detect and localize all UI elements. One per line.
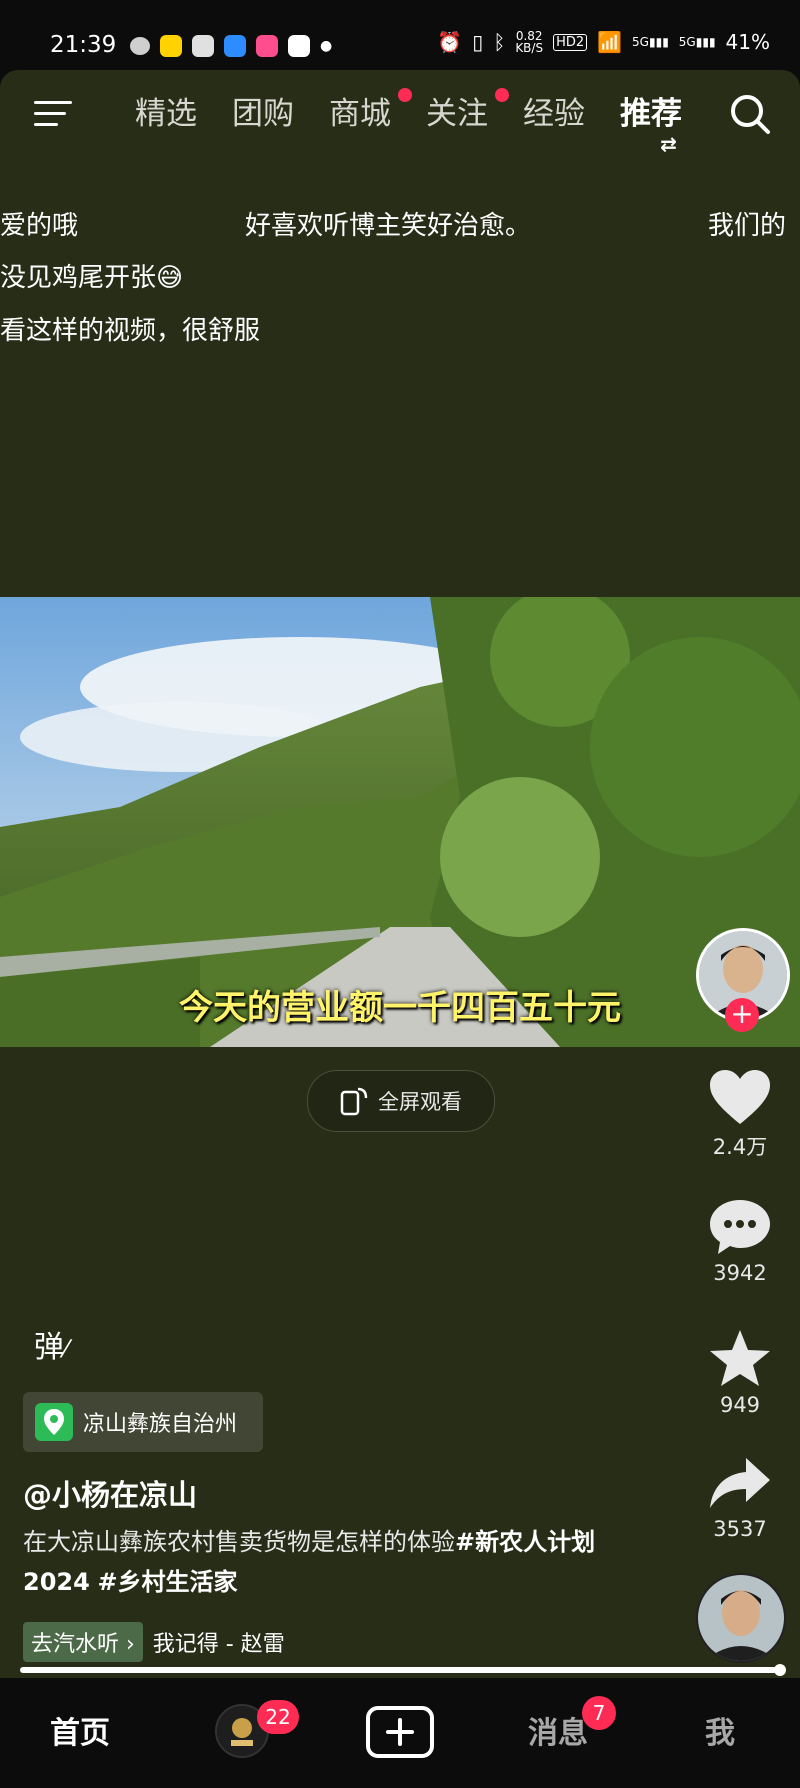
tab-featured[interactable]: 精选 (135, 88, 232, 133)
danmu-off-slash-icon: ⁄ (64, 1335, 69, 1363)
favorite-count: 949 (719, 1393, 761, 1417)
nav-home[interactable]: 首页 (50, 1708, 110, 1752)
status-time: 21:39 (50, 32, 117, 58)
author-name[interactable]: @小杨在凉山 (23, 1472, 197, 1514)
app-colorful-icon (288, 35, 310, 57)
tab-recommend[interactable]: 推荐 ⇄ (620, 88, 717, 156)
feed-screen: 精选 团购 商城 关注 经验 推荐 ⇄ 爱的哦 好喜欢听博主笑好治愈。 我们的 没… (0, 70, 800, 1678)
location-label: 凉山彝族自治州 (83, 1412, 238, 1437)
swap-arrows-icon: ⇄ (660, 132, 677, 156)
music-title[interactable]: 我记得 - 赵雷 (153, 1626, 285, 1658)
nav-me[interactable]: 我 (705, 1708, 735, 1752)
app-pink-icon (256, 35, 278, 57)
danmaku-comment: 我们的 (708, 211, 787, 241)
danmaku-comment-text: 没见鸡尾开张 (0, 263, 157, 293)
danmu-toggle-label: 弹 (34, 1330, 64, 1365)
music-disc[interactable] (696, 1573, 786, 1663)
tab-mall-label: 商城 (329, 96, 391, 132)
hd-icon: HD2 (553, 33, 588, 51)
danmaku-comment: 没见鸡尾开张😅 (0, 257, 183, 294)
create-button[interactable] (366, 1706, 434, 1758)
comment-action[interactable]: 3942 (690, 1198, 790, 1285)
wifi-icon: 📶 (597, 30, 623, 54)
status-app-icons: ● (130, 35, 332, 57)
danmu-toggle-button[interactable]: 弹⁄ (34, 1322, 68, 1366)
follow-plus-button[interactable]: + (725, 998, 759, 1032)
tab-following-label: 关注 (426, 96, 488, 132)
messages-badge: 7 (582, 1696, 616, 1730)
plus-icon (386, 1718, 414, 1746)
heart-icon (710, 1070, 770, 1124)
danmaku-comment: 好喜欢听博主笑好治愈。 (245, 211, 532, 241)
comment-count: 3942 (713, 1261, 767, 1285)
tab-group-buy[interactable]: 团购 (232, 88, 329, 133)
music-row: 去汽水听 › 我记得 - 赵雷 (23, 1622, 285, 1662)
signal-1-label: 5G (632, 35, 649, 49)
net-speed-unit: KB/S (515, 41, 544, 55)
more-dot-icon: ● (320, 38, 333, 54)
friends-badge: 22 (257, 1700, 299, 1734)
signal-1: 5G▮▮▮ (632, 35, 669, 49)
favorite-action[interactable]: 949 (690, 1328, 790, 1417)
rotate-screen-icon (340, 1087, 368, 1116)
video-progress-bar[interactable] (20, 1664, 786, 1676)
danmaku-comment: 爱的哦 (0, 211, 79, 241)
star-icon (710, 1330, 770, 1386)
alarm-icon: ⏰ (437, 30, 463, 54)
meituan-icon (160, 35, 182, 57)
fullscreen-button[interactable]: 全屏观看 (307, 1070, 495, 1132)
docs-icon (192, 35, 214, 57)
signal-2-label: 5G (678, 35, 696, 49)
tab-following-dot (495, 88, 509, 102)
tab-following[interactable]: 关注 (426, 88, 523, 133)
net-speed: 0.82 KB/S (515, 30, 543, 54)
bottom-nav: 首页 22 消息 7 我 (0, 1678, 800, 1788)
video-player[interactable]: 今天的营业额一千四百五十元 (0, 597, 800, 1047)
hashtag-link[interactable]: #乡村生活家 (97, 1568, 237, 1596)
like-action[interactable]: 2.4万 (690, 1068, 790, 1161)
music-disc-cover (698, 1575, 784, 1661)
tab-recommend-label: 推荐 (620, 96, 682, 132)
tab-experience[interactable]: 经验 (523, 88, 620, 133)
open-in-qishui-button[interactable]: 去汽水听 › (23, 1622, 143, 1662)
danmaku-comment: 看这样的视频，很舒服 (0, 316, 261, 346)
grin-sweat-emoji-icon: 😅 (156, 263, 184, 293)
share-arrow-icon (710, 1458, 770, 1508)
menu-icon[interactable] (34, 98, 74, 130)
top-nav: 精选 团购 商城 关注 经验 推荐 ⇄ (0, 70, 800, 160)
tab-group-buy-label: 团购 (232, 96, 294, 132)
caption-text: 在大凉山彝族农村售卖货物是怎样的体验 (23, 1528, 455, 1556)
tab-experience-label: 经验 (523, 96, 585, 132)
search-icon[interactable] (728, 92, 772, 136)
signal-2: 5G▮▮▮ (678, 35, 716, 49)
video-subtitle: 今天的营业额一千四百五十元 (179, 988, 621, 1028)
share-action[interactable]: 3537 (690, 1456, 790, 1541)
status-bar: 21:39 ● ⏰ ▯ ᛒ 0.82 KB/S HD2 📶 5G▮▮▮ 5G▮▮… (0, 0, 800, 70)
status-right: ⏰ ▯ ᛒ 0.82 KB/S HD2 📶 5G▮▮▮ 5G▮▮▮ 41% (437, 30, 770, 54)
nav-tabs: 精选 团购 商城 关注 经验 推荐 ⇄ (135, 88, 717, 156)
location-chip[interactable]: 凉山彝族自治州 (23, 1392, 263, 1452)
app-blue-icon (224, 35, 246, 57)
battery-level: 41% (725, 30, 770, 54)
vibrate-icon: ▯ (472, 30, 484, 54)
comment-icon (710, 1200, 770, 1254)
progress-knob[interactable] (774, 1664, 786, 1676)
nav-messages[interactable]: 消息 (528, 1708, 588, 1752)
bluetooth-icon: ᛒ (493, 30, 506, 54)
like-count: 2.4万 (712, 1135, 768, 1159)
tab-mall[interactable]: 商城 (329, 88, 426, 133)
wechat-icon (130, 37, 150, 55)
location-pin-icon (35, 1403, 73, 1441)
tab-featured-label: 精选 (135, 96, 197, 132)
video-caption: 在大凉山彝族农村售卖货物是怎样的体验#新农人计划2024 #乡村生活家 (23, 1522, 603, 1602)
tab-mall-dot (398, 88, 412, 102)
fullscreen-label: 全屏观看 (378, 1090, 462, 1114)
share-count: 3537 (713, 1517, 767, 1541)
